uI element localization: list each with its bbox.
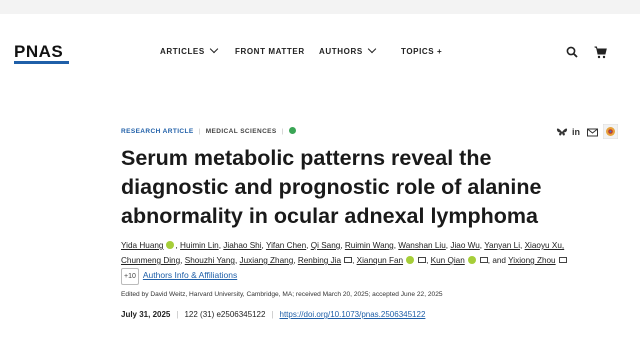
top-strip <box>0 0 640 14</box>
check-icon <box>288 127 296 134</box>
author-link[interactable]: Chunmeng Ding <box>121 256 180 265</box>
edited-by: Edited by David Weitz, Harvard Universit… <box>121 291 443 298</box>
pub-date: July 31, 2025 <box>121 310 171 319</box>
linkedin-icon[interactable]: in <box>572 127 580 139</box>
author-link[interactable]: Shouzhi Yang <box>185 256 235 265</box>
email-icon[interactable] <box>587 126 598 138</box>
author-line-3: +10 Authors Info & Affiliations <box>121 268 621 285</box>
author-link[interactable]: Jiahao Shi <box>223 241 261 250</box>
site-header: PNAS ARTICLES FRONT MATTER AUTHORS TOPIC… <box>0 28 640 78</box>
nav-topics[interactable]: TOPICS + <box>401 47 442 56</box>
author-link[interactable]: Qi Sang <box>311 241 341 250</box>
article-type[interactable]: RESEARCH ARTICLE <box>121 128 194 135</box>
author-link[interactable]: Xianqun Fan <box>357 256 403 265</box>
article-meta: RESEARCH ARTICLE | MEDICAL SCIENCES | <box>121 127 296 135</box>
author-line-2: Chunmeng Ding, Shouzhi Yang, Juxiang Zha… <box>121 253 621 268</box>
author-link[interactable]: Yida Huang <box>121 241 163 250</box>
article-section[interactable]: MEDICAL SCIENCES <box>206 128 277 135</box>
nav-authors[interactable]: AUTHORS <box>319 44 377 56</box>
author-list: Yida Huang, Huimin Lin, Jiahao Shi, Yifa… <box>121 238 621 285</box>
cart-icon[interactable] <box>594 46 607 59</box>
doi-link[interactable]: https://doi.org/10.1073/pnas.2506345122 <box>280 310 426 319</box>
authors-info-link[interactable]: Authors Info & Affiliations <box>143 270 237 280</box>
nav-front-matter[interactable]: FRONT MATTER <box>235 47 305 56</box>
publication-row: July 31, 2025 | 122 (31) e2506345122 | https… <box>121 310 426 319</box>
pnas-logo[interactable]: PNAS <box>14 42 63 62</box>
author-link[interactable]: Yixiong Zhou <box>508 256 556 265</box>
author-link[interactable]: Huimin Lin <box>180 241 219 250</box>
author-link[interactable]: Jiao Wu <box>450 241 479 250</box>
bluesky-icon[interactable] <box>556 126 568 138</box>
author-link[interactable]: Renbing Jia <box>298 256 341 265</box>
search-icon[interactable] <box>566 46 578 58</box>
logo-underline <box>14 61 69 64</box>
author-link[interactable]: Wanshan Liu <box>398 241 446 250</box>
author-link[interactable]: Xiaoyu Xu, <box>525 241 565 250</box>
author-link[interactable]: Ruimin Wang <box>345 241 394 250</box>
author-link[interactable]: Yanyan Li <box>484 241 520 250</box>
author-line-1: Yida Huang, Huimin Lin, Jiahao Shi, Yifa… <box>121 240 565 250</box>
orcid-icon[interactable] <box>166 240 175 249</box>
author-link[interactable]: Juxiang Zhang <box>240 256 294 265</box>
email-icon[interactable] <box>344 256 353 263</box>
orcid-icon[interactable] <box>467 255 476 264</box>
article-title: Serum metabolic patterns reveal the diag… <box>121 146 542 228</box>
email-icon[interactable] <box>418 256 427 263</box>
more-authors-badge[interactable]: +10 <box>121 268 139 285</box>
nav-articles[interactable]: ARTICLES <box>160 44 219 56</box>
chevron-down-icon <box>367 44 377 54</box>
citation: 122 (31) e2506345122 <box>184 310 266 319</box>
orcid-icon[interactable] <box>406 255 415 264</box>
author-link[interactable]: Kun Qian <box>431 256 465 265</box>
and-text: , and <box>487 256 506 265</box>
email-icon[interactable] <box>558 256 567 263</box>
altmetric-icon[interactable] <box>603 124 618 139</box>
email-icon[interactable] <box>479 256 488 263</box>
chevron-down-icon <box>209 44 219 54</box>
author-link[interactable]: Yifan Chen <box>266 241 306 250</box>
